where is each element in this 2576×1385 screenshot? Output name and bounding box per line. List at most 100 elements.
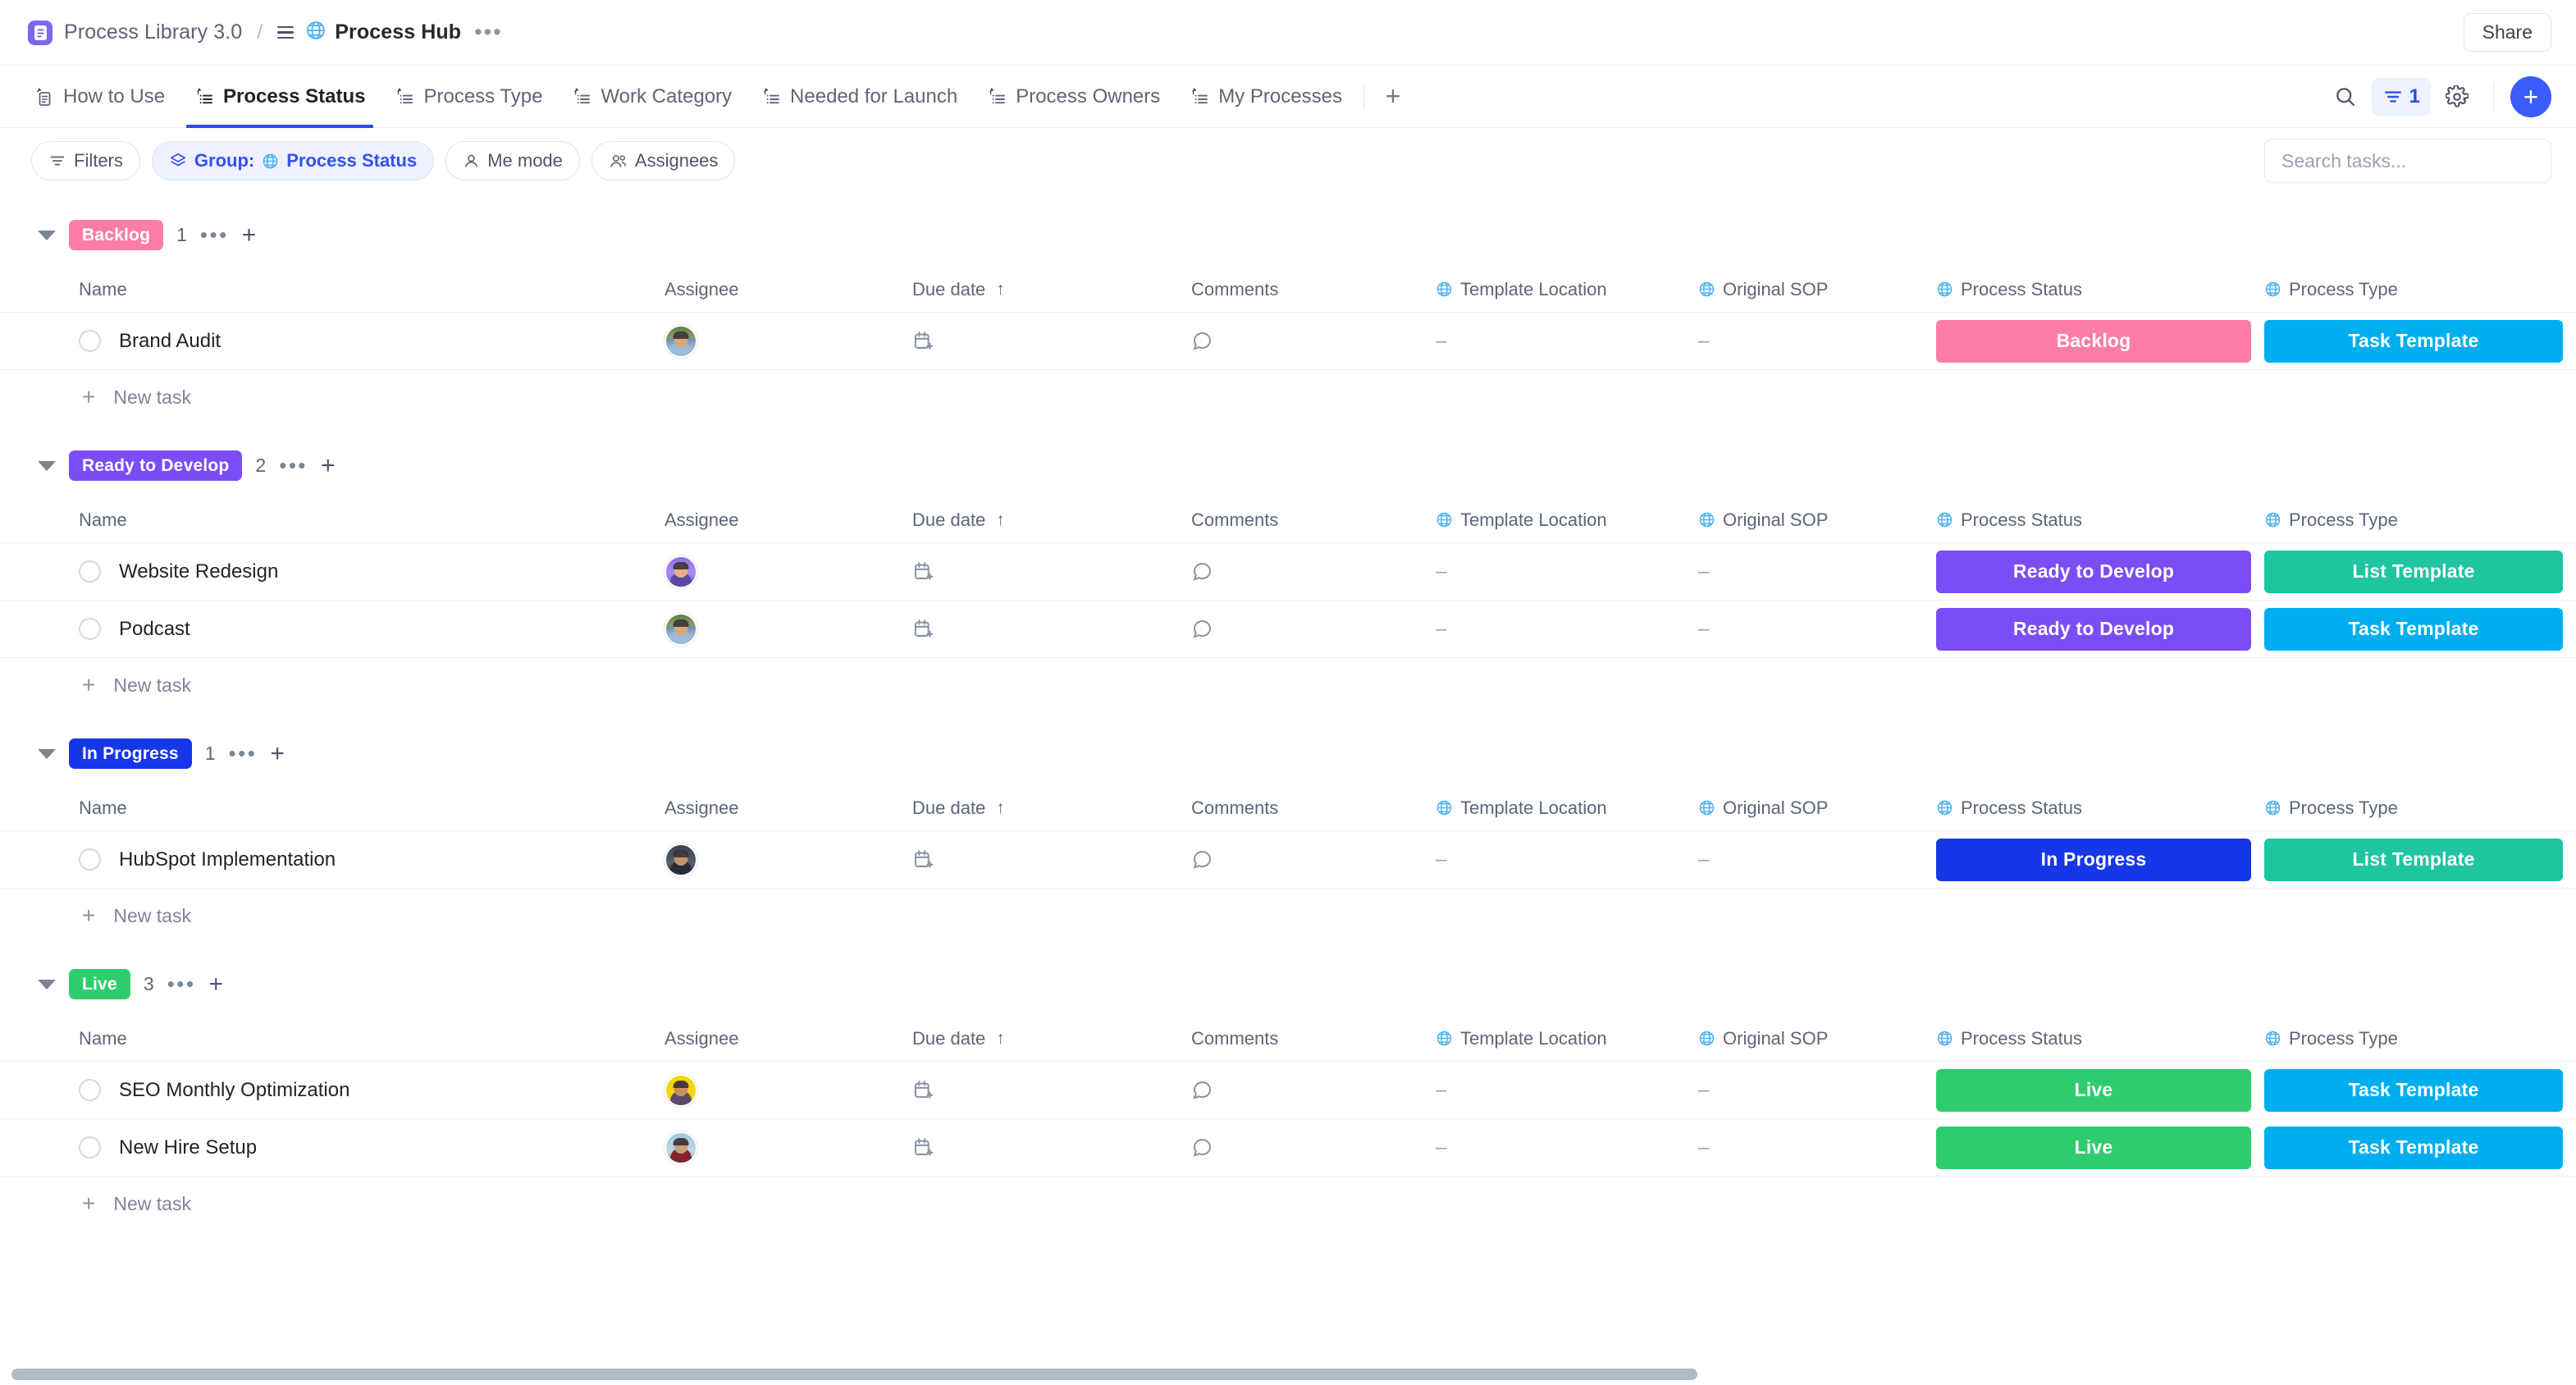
- collapse-caret-icon[interactable]: [38, 231, 56, 240]
- calendar-add-icon[interactable]: [912, 330, 934, 352]
- assignee-cell[interactable]: [656, 1131, 902, 1164]
- comment-bubble-icon[interactable]: [1191, 560, 1213, 583]
- due-date-cell[interactable]: [902, 1136, 1181, 1159]
- process-status-cell[interactable]: Live: [1936, 1069, 2264, 1112]
- original-sop-cell[interactable]: –: [1690, 330, 1936, 353]
- avatar[interactable]: [665, 325, 697, 358]
- status-badge[interactable]: Backlog: [1936, 320, 2251, 363]
- task-complete-checkbox[interactable]: [79, 618, 101, 640]
- comments-cell[interactable]: [1181, 330, 1427, 352]
- tab-how-to-use[interactable]: How to Use: [20, 66, 180, 127]
- column-header-com[interactable]: Comments: [1181, 510, 1427, 531]
- calendar-add-icon[interactable]: [912, 848, 934, 871]
- status-badge[interactable]: Task Template: [2264, 320, 2563, 363]
- table-row[interactable]: Brand Audit––BacklogTask Template: [0, 313, 2576, 370]
- due-date-cell[interactable]: [902, 330, 1181, 352]
- group-add-task-icon[interactable]: +: [270, 745, 285, 762]
- column-header-ptype[interactable]: Process Type: [2264, 510, 2576, 531]
- column-header-tloc[interactable]: Template Location: [1427, 279, 1690, 300]
- column-header-due[interactable]: Due date↑: [902, 279, 1181, 300]
- task-complete-checkbox[interactable]: [79, 1136, 101, 1159]
- original-sop-cell[interactable]: –: [1690, 848, 1936, 871]
- due-date-cell[interactable]: [902, 848, 1181, 871]
- due-date-cell[interactable]: [902, 1079, 1181, 1101]
- original-sop-cell[interactable]: –: [1690, 1079, 1936, 1102]
- tab-process-type[interactable]: Process Type: [380, 66, 557, 127]
- group-more-icon[interactable]: •••: [200, 229, 229, 240]
- comments-cell[interactable]: [1181, 560, 1427, 583]
- calendar-add-icon[interactable]: [912, 618, 934, 640]
- column-header-name[interactable]: Name: [0, 798, 656, 819]
- template-location-cell[interactable]: –: [1427, 848, 1690, 871]
- task-name[interactable]: Website Redesign: [119, 560, 278, 583]
- process-status-cell[interactable]: Backlog: [1936, 320, 2264, 363]
- column-header-tloc[interactable]: Template Location: [1427, 1028, 1690, 1049]
- calendar-add-icon[interactable]: [912, 1136, 934, 1159]
- group-add-task-icon[interactable]: +: [321, 457, 336, 474]
- group-more-icon[interactable]: •••: [279, 459, 308, 471]
- table-row[interactable]: New Hire Setup––LiveTask Template: [0, 1119, 2576, 1177]
- status-badge[interactable]: Task Template: [2264, 608, 2563, 651]
- avatar[interactable]: [665, 843, 697, 876]
- process-type-cell[interactable]: Task Template: [2264, 608, 2576, 651]
- create-task-button[interactable]: +: [2510, 76, 2551, 117]
- task-complete-checkbox[interactable]: [79, 330, 101, 352]
- column-header-ptype[interactable]: Process Type: [2264, 279, 2576, 300]
- comment-bubble-icon[interactable]: [1191, 618, 1213, 640]
- column-header-pstat[interactable]: Process Status: [1936, 798, 2264, 819]
- new-task-button[interactable]: +New task: [0, 1177, 2576, 1231]
- me-mode-chip[interactable]: Me mode: [445, 141, 580, 181]
- column-header-com[interactable]: Comments: [1181, 279, 1427, 300]
- column-header-tloc[interactable]: Template Location: [1427, 798, 1690, 819]
- new-task-button[interactable]: +New task: [0, 889, 2576, 943]
- process-status-cell[interactable]: In Progress: [1936, 839, 2264, 881]
- column-header-ptype[interactable]: Process Type: [2264, 1028, 2576, 1049]
- group-status-badge[interactable]: Backlog: [69, 220, 163, 250]
- column-header-assg[interactable]: Assignee: [656, 279, 902, 300]
- comments-cell[interactable]: [1181, 848, 1427, 871]
- task-name[interactable]: SEO Monthly Optimization: [119, 1079, 349, 1102]
- status-badge[interactable]: Task Template: [2264, 1127, 2563, 1169]
- process-type-cell[interactable]: Task Template: [2264, 1069, 2576, 1112]
- tab-needed-for-launch[interactable]: Needed for Launch: [747, 66, 972, 127]
- assignees-chip[interactable]: Assignees: [591, 141, 736, 181]
- group-add-task-icon[interactable]: +: [242, 226, 257, 244]
- template-location-cell[interactable]: –: [1427, 560, 1690, 583]
- task-name[interactable]: Podcast: [119, 618, 190, 641]
- task-name[interactable]: Brand Audit: [119, 330, 221, 353]
- filter-button[interactable]: 1: [2372, 78, 2431, 116]
- column-header-name[interactable]: Name: [0, 510, 656, 531]
- new-task-button[interactable]: +New task: [0, 370, 2576, 424]
- column-header-osop[interactable]: Original SOP: [1690, 798, 1936, 819]
- column-header-com[interactable]: Comments: [1181, 1028, 1427, 1049]
- process-type-cell[interactable]: Task Template: [2264, 1127, 2576, 1169]
- document-app-icon[interactable]: [28, 21, 53, 45]
- task-complete-checkbox[interactable]: [79, 848, 101, 871]
- column-header-pstat[interactable]: Process Status: [1936, 1028, 2264, 1049]
- avatar[interactable]: [665, 1131, 697, 1164]
- tab-work-category[interactable]: Work Category: [557, 66, 747, 127]
- collapse-caret-icon[interactable]: [38, 461, 56, 471]
- comment-bubble-icon[interactable]: [1191, 1136, 1213, 1159]
- breadcrumb-more-icon[interactable]: •••: [474, 25, 502, 39]
- sort-ascending-icon[interactable]: ↑: [996, 510, 1005, 530]
- status-badge[interactable]: Ready to Develop: [1936, 551, 2251, 593]
- process-type-cell[interactable]: List Template: [2264, 839, 2576, 881]
- status-badge[interactable]: List Template: [2264, 551, 2563, 593]
- status-badge[interactable]: Task Template: [2264, 1069, 2563, 1112]
- original-sop-cell[interactable]: –: [1690, 560, 1936, 583]
- status-badge[interactable]: Live: [1936, 1069, 2251, 1112]
- tab-process-owners[interactable]: Process Owners: [972, 66, 1175, 127]
- add-view-button[interactable]: +: [1371, 66, 1415, 127]
- due-date-cell[interactable]: [902, 618, 1181, 640]
- group-add-task-icon[interactable]: +: [208, 976, 223, 993]
- collapse-caret-icon[interactable]: [38, 749, 56, 759]
- column-header-com[interactable]: Comments: [1181, 798, 1427, 819]
- template-location-cell[interactable]: –: [1427, 1079, 1690, 1102]
- assignee-cell[interactable]: [656, 1074, 902, 1107]
- column-header-osop[interactable]: Original SOP: [1690, 1028, 1936, 1049]
- comments-cell[interactable]: [1181, 1136, 1427, 1159]
- collapse-caret-icon[interactable]: [38, 980, 56, 990]
- status-badge[interactable]: Ready to Develop: [1936, 608, 2251, 651]
- process-status-cell[interactable]: Live: [1936, 1127, 2264, 1169]
